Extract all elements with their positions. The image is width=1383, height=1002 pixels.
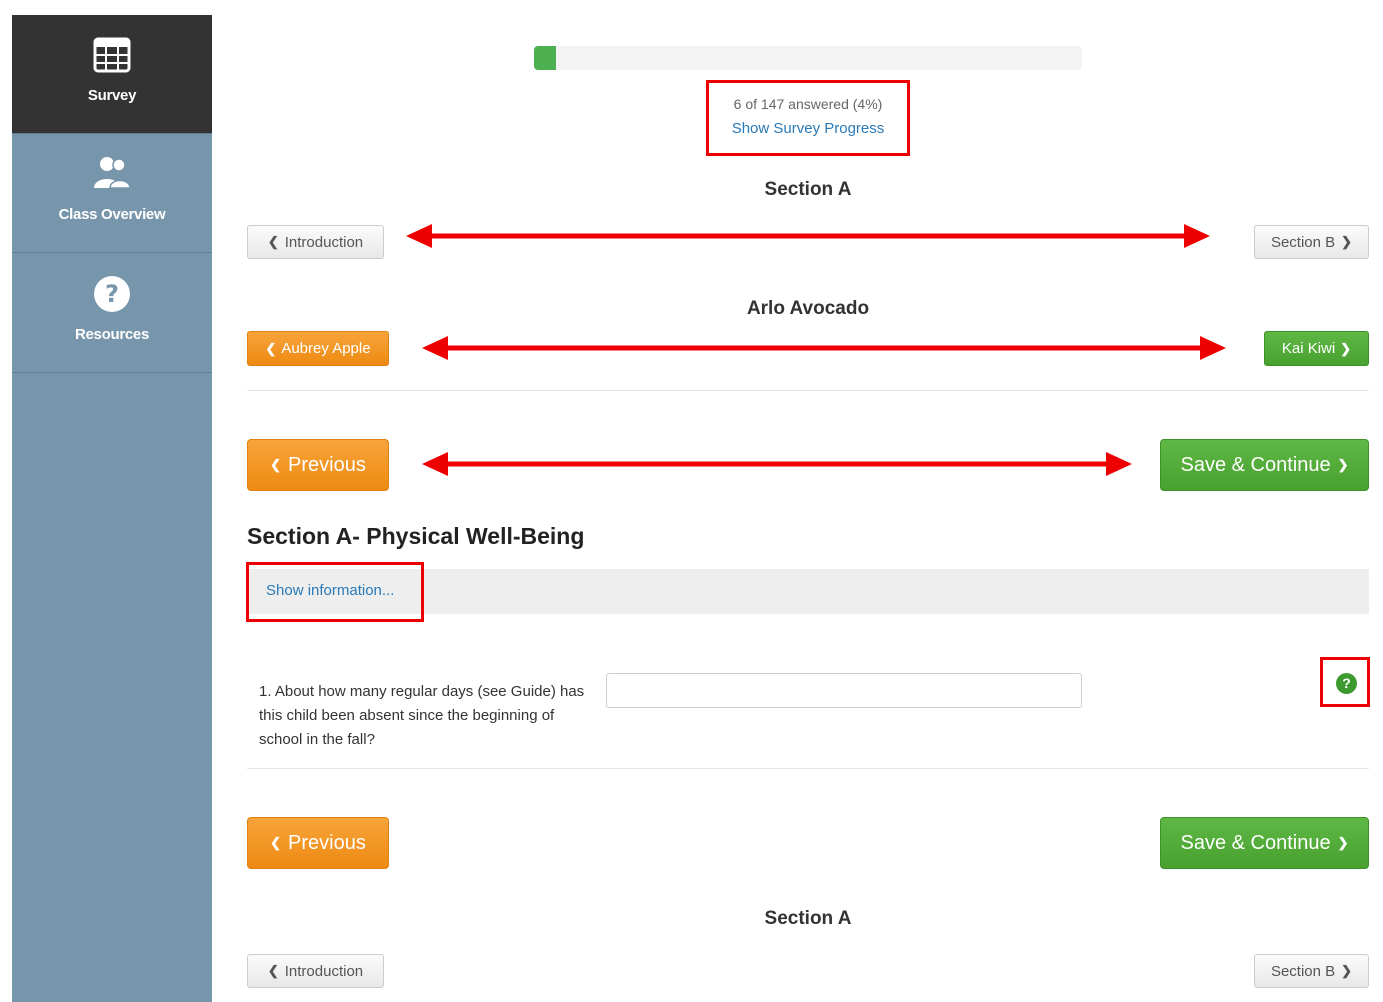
- annotation-arrows: [406, 224, 1226, 476]
- double-arrow-annotation: [406, 224, 1210, 248]
- double-arrow-annotation: [422, 452, 1132, 476]
- double-arrow-annotation: [422, 336, 1226, 360]
